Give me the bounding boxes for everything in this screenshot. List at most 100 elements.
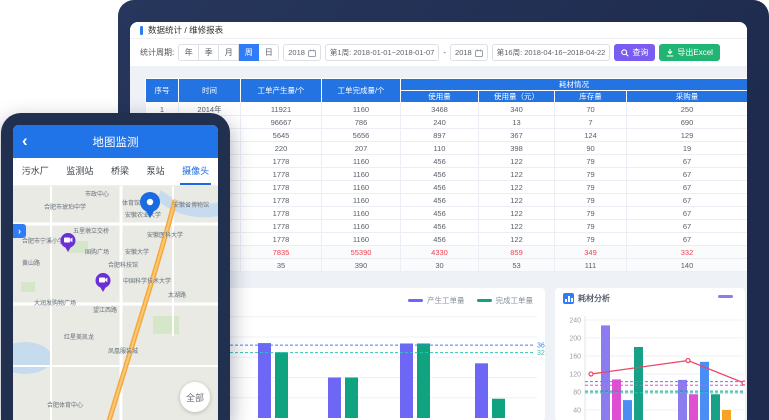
- table-cell: 13: [479, 116, 555, 129]
- map-place-label: 红星美凯龙: [64, 332, 94, 341]
- y-axis-tick: 240: [569, 318, 581, 325]
- period-option[interactable]: 周: [239, 44, 259, 61]
- phone-mockup: ‹ 地图监测 污水厂监测站桥梁泵站摄像头: [1, 113, 230, 420]
- phone-tab[interactable]: 泵站: [145, 158, 167, 185]
- query-button[interactable]: 查询: [614, 44, 655, 61]
- table-average-row: 平均值353903053111140: [146, 259, 748, 272]
- table-cell: 124: [555, 129, 627, 142]
- period-option[interactable]: 年: [178, 44, 199, 61]
- export-excel-button[interactable]: 导出Excel: [659, 44, 720, 61]
- start-week-range-input[interactable]: 第1周: 2018-01-01~2018-01-07: [325, 44, 439, 61]
- download-icon: [666, 49, 674, 57]
- table-cell: 207: [322, 142, 401, 155]
- table-row: 92022年177811604561227967: [146, 207, 748, 220]
- end-week-range-input[interactable]: 第16周: 2018-04-16~2018-04-22: [492, 44, 611, 61]
- table-cell: 220: [241, 142, 322, 155]
- table-cell: 1778: [241, 168, 322, 181]
- bar-series-2: [689, 394, 698, 420]
- table-cell: 1160: [322, 220, 401, 233]
- bar-产生工单量: [475, 363, 488, 418]
- bar-series-3: [623, 400, 632, 420]
- table-cell: 250: [627, 103, 748, 116]
- table-cell: 122: [479, 155, 555, 168]
- y-axis-tick: 80: [573, 390, 581, 397]
- camera-marker-icon[interactable]: [60, 232, 77, 258]
- table-cell: 1778: [241, 233, 322, 246]
- filter-bar: 统计周期: 年季月周日 2018 第1周: 2018-01-01~2018-01…: [130, 39, 747, 66]
- start-year-value: 2018: [288, 48, 305, 57]
- phone-tab[interactable]: 监测站: [64, 158, 95, 185]
- breadcrumb-marker: [140, 26, 143, 35]
- table-cell: 1160: [322, 103, 401, 116]
- start-week-range-value: 第1周: 2018-01-01~2018-01-07: [330, 47, 434, 58]
- phone-tab[interactable]: 桥梁: [109, 158, 131, 185]
- legend-swatch: [408, 299, 423, 302]
- table-cell: 122: [479, 233, 555, 246]
- table-row: 112024年177811604561227967: [146, 233, 748, 246]
- range-separator: -: [443, 48, 446, 57]
- y-axis-tick: 160: [569, 354, 581, 361]
- table-cell: 122: [479, 194, 555, 207]
- end-year-select[interactable]: 2018: [450, 44, 488, 61]
- table-cell: 122: [479, 168, 555, 181]
- period-segmented-control: 年季月周日: [178, 44, 279, 61]
- back-chevron-icon[interactable]: ‹: [22, 131, 28, 151]
- table-cell: 67: [627, 220, 748, 233]
- table-row: 82021年177811604561227967: [146, 194, 748, 207]
- y-axis-tick: 40: [573, 408, 581, 415]
- period-option[interactable]: 季: [199, 44, 219, 61]
- total-value: 7835: [241, 246, 322, 259]
- map-place-label: 五里墩立交桥: [73, 226, 109, 235]
- total-value: 332: [627, 246, 748, 259]
- table-cell: 122: [479, 181, 555, 194]
- col-header-index: 序号: [146, 79, 179, 103]
- trend-point: [686, 359, 690, 363]
- bar-series-4: [634, 347, 643, 420]
- map-place-label: 安徽省博物馆: [173, 200, 209, 209]
- table-row: 22015年96667786240137690: [146, 116, 748, 129]
- average-value: 35: [241, 259, 322, 272]
- bar-完成工单量: [275, 352, 288, 418]
- table-cell: 456: [401, 181, 479, 194]
- table-cell: 1160: [322, 233, 401, 246]
- map-view[interactable]: › 全部 合肥市琥珀中学市政中心体育馆安徽农业大学安徽省博物馆五里墩立交桥合肥市…: [13, 186, 218, 420]
- table-cell: 79: [555, 155, 627, 168]
- table-cell: 11921: [241, 103, 322, 116]
- table-cell: 79: [555, 207, 627, 220]
- period-option[interactable]: 月: [219, 44, 239, 61]
- table-cell: 1160: [322, 168, 401, 181]
- table-cell: 1160: [322, 194, 401, 207]
- phone-header: ‹ 地图监测: [13, 125, 218, 158]
- camera-marker-icon[interactable]: [95, 272, 112, 298]
- table-cell: 129: [627, 129, 748, 142]
- trend-point: [742, 381, 745, 385]
- calendar-icon: [308, 49, 316, 57]
- consumables-chart-legend: [718, 295, 733, 298]
- location-marker-icon[interactable]: [138, 191, 162, 224]
- map-place-label: 凤凰服装城: [108, 346, 138, 355]
- phone-tab[interactable]: 摄像头: [180, 158, 211, 185]
- legend-item[interactable]: 产生工单量: [408, 295, 465, 306]
- screenshot-stage: 数据统计 / 维修报表 统计周期: 年季月周日 2018 第1周: 2018-0…: [0, 0, 769, 420]
- table-cell: 67: [627, 207, 748, 220]
- phone-tab[interactable]: 污水厂: [20, 158, 51, 185]
- map-place-label: 合肥市宁溪小学: [22, 236, 64, 245]
- table-row: 52018年177811604561227967: [146, 155, 748, 168]
- table-row: 42017年2202071103989019: [146, 142, 748, 155]
- phone-tab-bar: 污水厂监测站桥梁泵站摄像头: [13, 158, 218, 186]
- map-all-button[interactable]: 全部: [180, 382, 210, 412]
- query-button-label: 查询: [632, 47, 648, 58]
- period-option[interactable]: 日: [259, 44, 279, 61]
- legend-item[interactable]: 完成工单量: [477, 295, 534, 306]
- table-cell: 67: [627, 168, 748, 181]
- table-cell: 456: [401, 194, 479, 207]
- trend-point: [589, 372, 593, 376]
- charts-row: 产生工单量完成工单量 360323 耗材分析 2402001601208040: [145, 288, 745, 420]
- breadcrumb: 数据统计 / 维修报表: [148, 24, 223, 36]
- table-cell: 3468: [401, 103, 479, 116]
- legend-label: 产生工单量: [427, 295, 465, 306]
- table-cell: 456: [401, 233, 479, 246]
- start-year-select[interactable]: 2018: [283, 44, 321, 61]
- table-row: 62019年177811604561227967: [146, 168, 748, 181]
- table-cell: 1160: [322, 207, 401, 220]
